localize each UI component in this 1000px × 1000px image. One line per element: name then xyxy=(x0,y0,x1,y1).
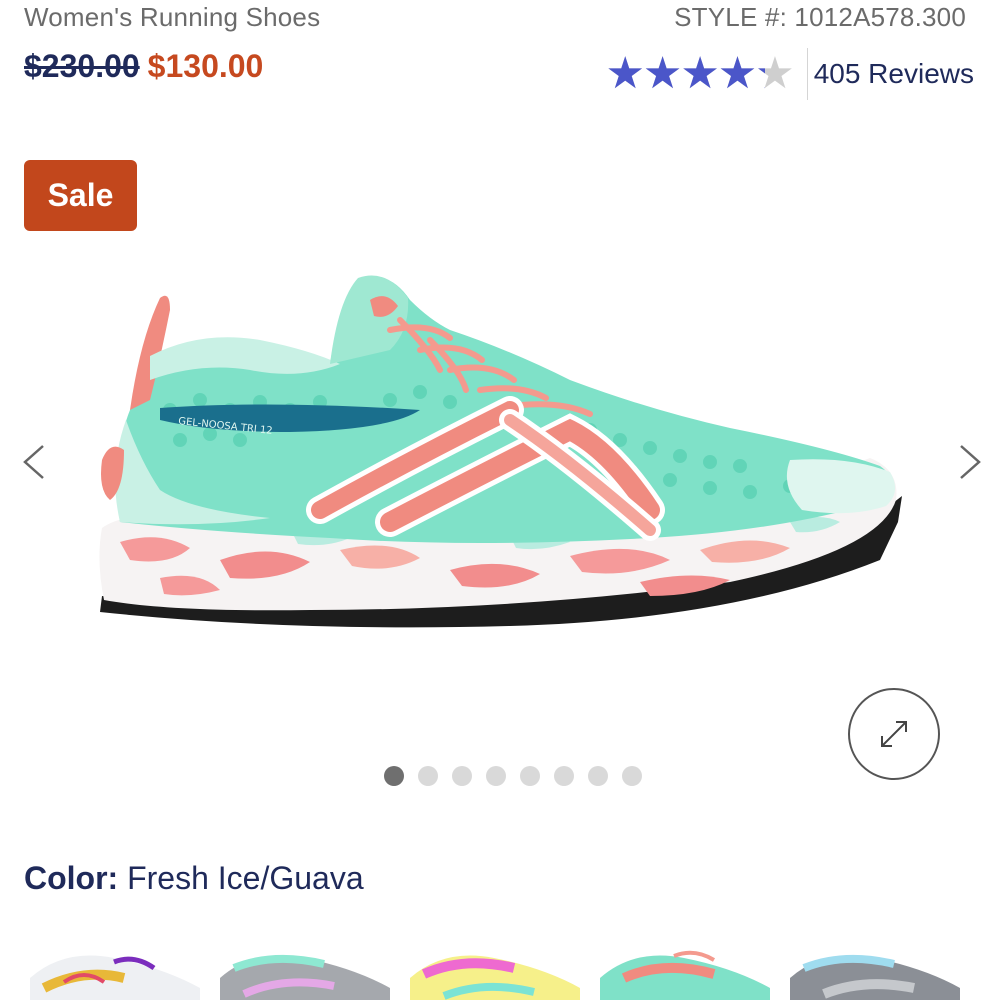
star-rating: ★★★★★ ★★★★★ xyxy=(605,48,794,100)
original-price: $230.00 xyxy=(24,48,140,84)
carousel-dot[interactable] xyxy=(622,766,642,786)
rating-summary: ★★★★★ ★★★★★ 405 Reviews xyxy=(605,48,974,100)
color-swatch-list xyxy=(24,938,962,1000)
swatch-grey-blue-image xyxy=(790,954,960,1000)
expand-arrows-icon xyxy=(881,721,907,747)
product-shoe-image: GEL-NOOSA TRI 12 xyxy=(99,275,902,628)
carousel-dot[interactable] xyxy=(588,766,608,786)
previous-image-button[interactable] xyxy=(12,440,56,484)
carousel-dot[interactable] xyxy=(554,766,574,786)
style-number: STYLE #: 1012A578.300 xyxy=(674,2,966,32)
color-label: Color: xyxy=(24,860,119,896)
swatch-fresh-ice-guava-image xyxy=(600,950,770,1000)
color-value: Fresh Ice/Guava xyxy=(127,860,364,896)
star-rating-filled: ★★★★★ xyxy=(605,49,764,98)
rating-divider xyxy=(806,48,808,100)
carousel-dot[interactable] xyxy=(486,766,506,786)
chevron-left-icon xyxy=(23,445,44,479)
next-image-button[interactable] xyxy=(948,440,992,484)
carousel-pagination xyxy=(384,766,642,786)
swatch-white-purple[interactable] xyxy=(24,938,202,1000)
reviews-link[interactable]: 405 Reviews xyxy=(814,58,974,90)
carousel-dot[interactable] xyxy=(452,766,472,786)
color-selection: Color: Fresh Ice/Guava xyxy=(24,860,364,897)
carousel-dot[interactable] xyxy=(418,766,438,786)
expand-image-button[interactable] xyxy=(848,688,940,780)
swatch-grey-blue[interactable] xyxy=(784,938,962,1000)
chevron-right-icon xyxy=(960,445,981,479)
carousel-dot[interactable] xyxy=(384,766,404,786)
swatch-yellow-pink-image xyxy=(410,955,580,1000)
sale-badge: Sale xyxy=(24,160,137,231)
product-page: Women's Running Shoes STYLE #: 1012A578.… xyxy=(0,0,1000,1000)
swatch-yellow-pink[interactable] xyxy=(404,938,582,1000)
sale-price: $130.00 xyxy=(147,48,264,84)
swatch-grey-mint-image xyxy=(220,954,390,1000)
swatch-grey-mint[interactable] xyxy=(214,938,392,1000)
swatch-fresh-ice-guava[interactable] xyxy=(594,938,772,1000)
carousel-dot[interactable] xyxy=(520,766,540,786)
price-row: $230.00 $130.00 xyxy=(24,48,263,85)
swatch-white-purple-image xyxy=(30,955,200,1000)
product-category: Women's Running Shoes xyxy=(24,2,321,32)
